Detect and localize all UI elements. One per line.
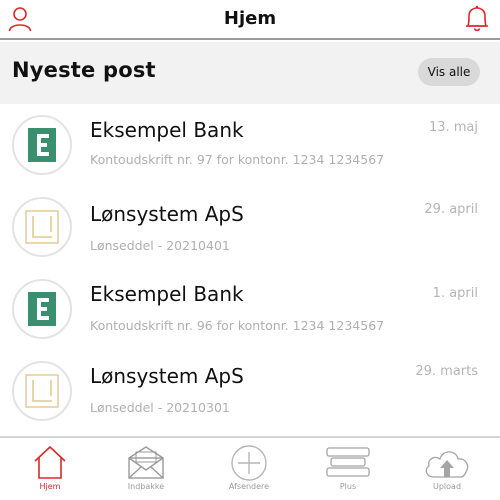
message-date: 1. april xyxy=(432,286,478,301)
stack-icon xyxy=(325,444,371,484)
tab-label: Plus xyxy=(339,482,357,491)
cloud-upload-icon xyxy=(422,444,472,484)
tab-plus[interactable]: Plus xyxy=(298,438,398,500)
message-sender: Lønsystem ApS xyxy=(90,202,244,226)
payroll-logo xyxy=(12,361,72,421)
payroll-logo xyxy=(12,197,72,257)
tab-label: Afsendere xyxy=(228,482,270,491)
message-row[interactable]: Eksempel Bank Kontoudskrift nr. 97 for k… xyxy=(0,104,500,186)
tab-senders[interactable]: Afsendere xyxy=(199,438,299,500)
bank-logo xyxy=(12,279,72,339)
message-subject: Lønseddel - 20210301 xyxy=(90,400,230,415)
tab-label: Hjem xyxy=(39,482,61,491)
message-subject: Lønseddel - 20210401 xyxy=(90,238,230,253)
top-bar: Hjem xyxy=(0,0,500,40)
message-sender: Eksempel Bank xyxy=(90,282,244,306)
tab-label: Indbakke xyxy=(127,482,165,491)
message-sender: Eksempel Bank xyxy=(90,118,244,142)
bell-icon[interactable] xyxy=(464,5,490,33)
message-row[interactable]: Lønsystem ApS Lønseddel - 20210401 29. a… xyxy=(0,186,500,268)
tab-label: Upload xyxy=(432,482,462,491)
message-subject: Kontoudskrift nr. 96 for kontonr. 1234 1… xyxy=(90,318,385,333)
tab-inbox[interactable]: Indbakke xyxy=(96,438,196,500)
message-date: 13. maj xyxy=(428,120,478,135)
message-row[interactable]: Eksempel Bank Kontoudskrift nr. 96 for k… xyxy=(0,268,500,350)
tab-upload[interactable]: Upload xyxy=(397,438,497,500)
message-date: 29. april xyxy=(424,202,478,217)
section-heading: Nyeste post xyxy=(12,58,156,82)
message-subject: Kontoudskrift nr. 97 for kontonr. 1234 1… xyxy=(90,152,385,167)
plus-circle-icon xyxy=(230,444,268,486)
message-date: 29. marts xyxy=(415,364,478,379)
section-header: Nyeste post Vis alle xyxy=(0,42,500,104)
page-title: Hjem xyxy=(223,8,277,29)
message-sender: Lønsystem ApS xyxy=(90,364,244,388)
home-icon xyxy=(32,444,68,484)
inbox-icon xyxy=(127,444,165,484)
tab-home[interactable]: Hjem xyxy=(0,438,100,500)
message-row[interactable]: Lønsystem ApS Lønseddel - 20210301 29. m… xyxy=(0,350,500,432)
bottom-tab-bar: Hjem Indbakke Afsendere Plus Upload xyxy=(0,436,500,500)
bank-logo xyxy=(12,115,72,175)
see-all-button[interactable]: Vis alle xyxy=(418,58,480,86)
